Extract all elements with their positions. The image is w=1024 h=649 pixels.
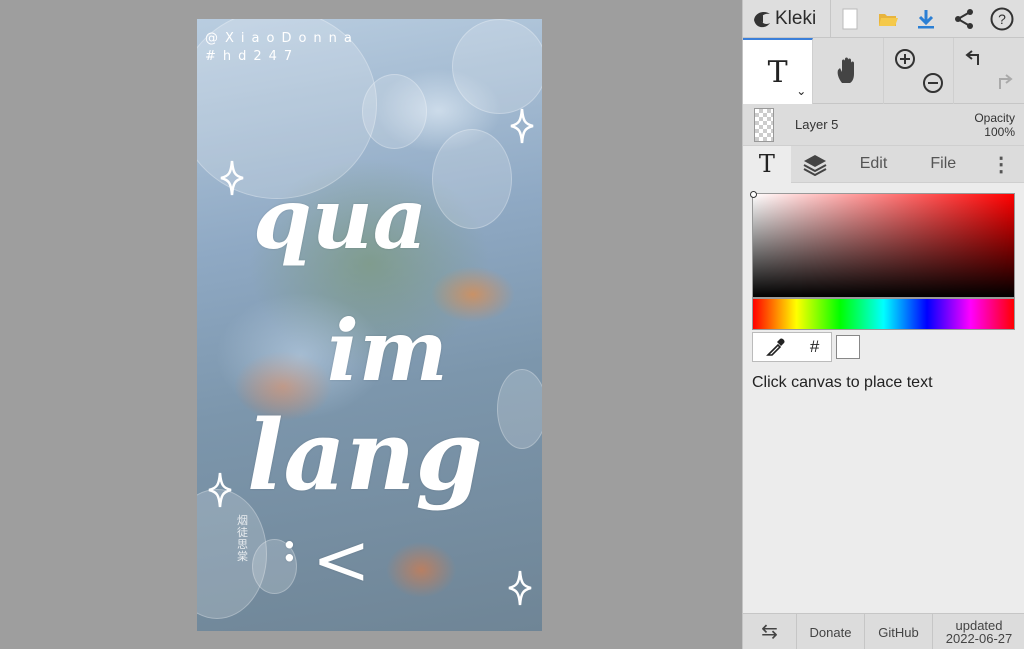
bokeh-circle — [362, 74, 427, 149]
layer-opacity[interactable]: Opacity 100% — [974, 111, 1015, 139]
sparkle-icon — [510, 108, 534, 144]
undo-redo-buttons — [954, 38, 1024, 104]
canvas-area[interactable]: @XiaoDonna #hd247 qua im lang : < 烟徒思棠 — [0, 0, 742, 649]
text-tool-button[interactable]: T ⌄ — [743, 38, 814, 104]
tab-file[interactable]: File — [908, 146, 978, 183]
lettering-qua: qua — [253, 169, 428, 268]
saturation-value-picker[interactable] — [750, 191, 1015, 298]
hex-input-button[interactable]: # — [810, 337, 819, 357]
app-name: Kleki — [775, 7, 817, 29]
tool-row: T ⌄ — [743, 38, 1024, 104]
lettering-im: im — [327, 301, 448, 400]
color-marker[interactable] — [750, 191, 757, 198]
donate-link[interactable]: Donate — [797, 614, 865, 649]
layer-thumbnail[interactable] — [754, 107, 774, 142]
lettering-lang: lang — [247, 399, 483, 512]
sparkle-icon — [220, 160, 244, 196]
bokeh-circle — [497, 369, 542, 449]
chevron-down-icon[interactable]: ⌄ — [796, 84, 806, 98]
svg-text:?: ? — [998, 11, 1006, 27]
help-button[interactable]: ? — [983, 0, 1021, 38]
app-logo[interactable]: Kleki — [743, 0, 831, 38]
hand-tool-button[interactable] — [813, 38, 884, 104]
zoom-out-icon[interactable] — [922, 72, 944, 94]
swap-icon[interactable]: ⇆ — [743, 614, 797, 649]
artist-handle: @XiaoDonna — [205, 31, 359, 46]
updated-date: 2022-06-27 — [945, 631, 1013, 646]
sidebar: Kleki ? T ⌄ Layer 5 Opacity 100% T Edit … — [742, 0, 1024, 649]
kleki-logo-icon — [754, 11, 770, 27]
undo-icon[interactable] — [964, 48, 986, 68]
opacity-value: 100% — [984, 124, 1015, 139]
open-file-button[interactable] — [869, 0, 907, 38]
help-icon: ? — [990, 7, 1014, 30]
tab-edit[interactable]: Edit — [839, 146, 909, 183]
footer: ⇆ Donate GitHub updated 2022-06-27 — [743, 613, 1024, 649]
tab-layers[interactable] — [791, 146, 839, 183]
layer-name: Layer 5 — [795, 117, 839, 132]
more-menu-icon[interactable]: ⋮ — [978, 146, 1024, 183]
bokeh-circle — [432, 129, 512, 229]
text-tool-hint: Click canvas to place text — [752, 374, 933, 391]
sparkle-icon — [508, 570, 532, 606]
color-panel: # Click canvas to place text — [743, 183, 1024, 619]
updated-info: updated 2022-06-27 — [933, 614, 1024, 649]
artist-hashtag: #hd247 — [205, 49, 300, 64]
seal-stamp: 烟徒思棠 — [237, 514, 248, 563]
zoom-buttons — [884, 38, 954, 104]
opacity-label: Opacity — [974, 110, 1015, 125]
eyedropper-icon[interactable] — [765, 336, 787, 358]
new-file-button[interactable] — [831, 0, 869, 38]
text-tab-icon: T — [758, 150, 775, 178]
bokeh-circle — [452, 19, 542, 114]
hand-icon — [837, 57, 854, 83]
text-tool-icon: T — [767, 54, 788, 90]
current-color-swatch[interactable] — [836, 335, 860, 359]
open-folder-icon — [879, 13, 898, 26]
color-tools: # — [752, 332, 832, 362]
share-icon — [955, 8, 973, 29]
redo-icon[interactable] — [992, 72, 1014, 92]
artwork-canvas[interactable]: @XiaoDonna #hd247 qua im lang : < 烟徒思棠 — [197, 19, 542, 631]
download-icon — [918, 9, 934, 28]
download-button[interactable] — [907, 0, 945, 38]
lettering-dots: : — [282, 524, 297, 571]
share-button[interactable] — [945, 0, 983, 38]
lettering-bracket: < — [312, 519, 371, 601]
github-link[interactable]: GitHub — [865, 614, 933, 649]
tab-text[interactable]: T — [743, 145, 791, 183]
top-bar: Kleki ? — [743, 0, 1024, 38]
hue-slider[interactable] — [752, 298, 1015, 330]
layer-row[interactable]: Layer 5 Opacity 100% — [743, 104, 1024, 146]
panel-tabs: T Edit File ⋮ — [743, 145, 1024, 183]
layers-icon — [803, 155, 827, 176]
sparkle-icon — [208, 472, 232, 508]
new-file-icon — [842, 8, 858, 29]
zoom-in-icon[interactable] — [894, 48, 916, 70]
picker-row: # — [752, 332, 1015, 362]
